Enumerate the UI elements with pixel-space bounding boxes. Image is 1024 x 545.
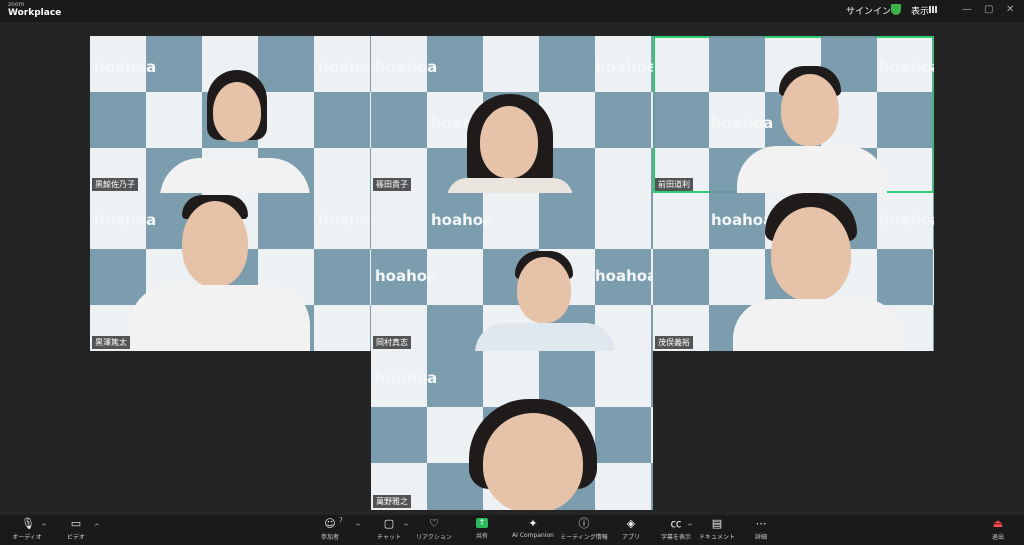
video-tile[interactable]: hoahoa hoahoa hoahoa 篠田貴子	[371, 36, 653, 193]
leave-label: 退出	[991, 534, 1004, 541]
meeting-toolbar: 🎙 オーディオ ^ ▭ ビデオ ^ ☺ 参加者 7 ^ ▢ チャット ^ ♡ リ…	[0, 515, 1024, 545]
background-logo: hoahoa	[711, 211, 774, 229]
video-tile[interactable]: hoahoa hoahoa 黒鯨佐乃子	[90, 36, 371, 193]
video-tile[interactable]: hoahoa 萬野雅之	[371, 351, 653, 510]
signin-button[interactable]: サインイン	[846, 4, 891, 17]
participant-name: 岡村真志	[373, 336, 411, 349]
background-logo: hoahoa	[879, 58, 934, 76]
background-logo: hoahoa	[318, 211, 371, 229]
leave-icon: ⏏	[992, 517, 1004, 530]
apps-icon: ◈	[626, 517, 636, 530]
maximize-icon[interactable]: ▢	[984, 4, 993, 15]
background-logo: hoahoa	[375, 58, 438, 76]
background-logo: hoahoa	[318, 58, 371, 76]
video-label: ビデオ	[66, 534, 85, 541]
background-logo: hoahoa	[431, 211, 494, 229]
background-logo: hoahoa	[595, 267, 653, 285]
chat-icon: ▢	[383, 517, 395, 530]
participant-name: 黒鯨佐乃子	[92, 178, 138, 191]
participant-name: 萬野雅之	[373, 495, 411, 508]
background-logo: hoahoa	[94, 211, 157, 229]
more-dots-icon: ⋯	[755, 517, 767, 530]
participant-name: 茂俣義裕	[655, 336, 693, 349]
participant-name: 黒澤篤太	[92, 336, 130, 349]
camera-icon: ▭	[70, 517, 82, 530]
more-label: 詳細	[754, 534, 767, 541]
background-logo: hoahoa	[879, 211, 934, 229]
participants-button[interactable]: ☺ 参加者	[300, 518, 360, 541]
background-logo: hoahoa	[375, 369, 438, 387]
document-icon: ▤	[711, 517, 723, 530]
share-arrow-icon: ↑	[476, 518, 488, 528]
participant-name: 篠田貴子	[373, 178, 411, 191]
people-icon: ☺	[324, 517, 336, 530]
zoom-window: zoom Workplace サインイン 表示 — ▢ ✕ hoahoa hoa…	[0, 0, 1024, 545]
participants-count: 7	[339, 517, 343, 524]
leave-button[interactable]: ⏏ 退出	[968, 518, 1024, 541]
shield-icon[interactable]	[891, 4, 901, 15]
brand-name: Workplace	[8, 8, 62, 18]
minimize-icon[interactable]: —	[962, 4, 972, 15]
heart-icon: ♡	[429, 517, 439, 530]
video-tile-active-speaker[interactable]: hoahoa hoahoa 前田道利	[653, 36, 934, 193]
background-logo: hoahoa	[375, 267, 438, 285]
video-tile[interactable]: hoahoa hoahoa 黒澤篤太	[90, 193, 371, 351]
grid-icon[interactable]	[929, 6, 937, 13]
sparkle-icon: ✦	[528, 517, 538, 530]
info-icon: ⓘ	[578, 517, 590, 530]
video-tile[interactable]: hoahoa hoahoa 茂俣義裕	[653, 193, 934, 351]
video-options-chevron-icon[interactable]: ^	[94, 523, 100, 531]
participant-name: 前田道利	[655, 178, 693, 191]
background-logo: hoahoa	[94, 58, 157, 76]
video-tile[interactable]: hoahoa hoahoa hoahoa 岡村真志	[371, 193, 653, 351]
close-icon[interactable]: ✕	[1006, 4, 1014, 15]
view-button[interactable]: 表示	[911, 4, 929, 17]
title-bar: zoom Workplace サインイン 表示 — ▢ ✕	[0, 0, 1024, 22]
microphone-icon: 🎙	[21, 517, 35, 530]
background-logo: hoahoa	[595, 58, 653, 76]
background-logo: hoahoa	[711, 114, 774, 132]
more-button[interactable]: ⋯ 詳細	[731, 518, 791, 541]
app-brand: zoom Workplace	[8, 2, 61, 18]
captions-icon: ㏄	[670, 517, 682, 530]
participants-label: 参加者	[320, 534, 339, 541]
